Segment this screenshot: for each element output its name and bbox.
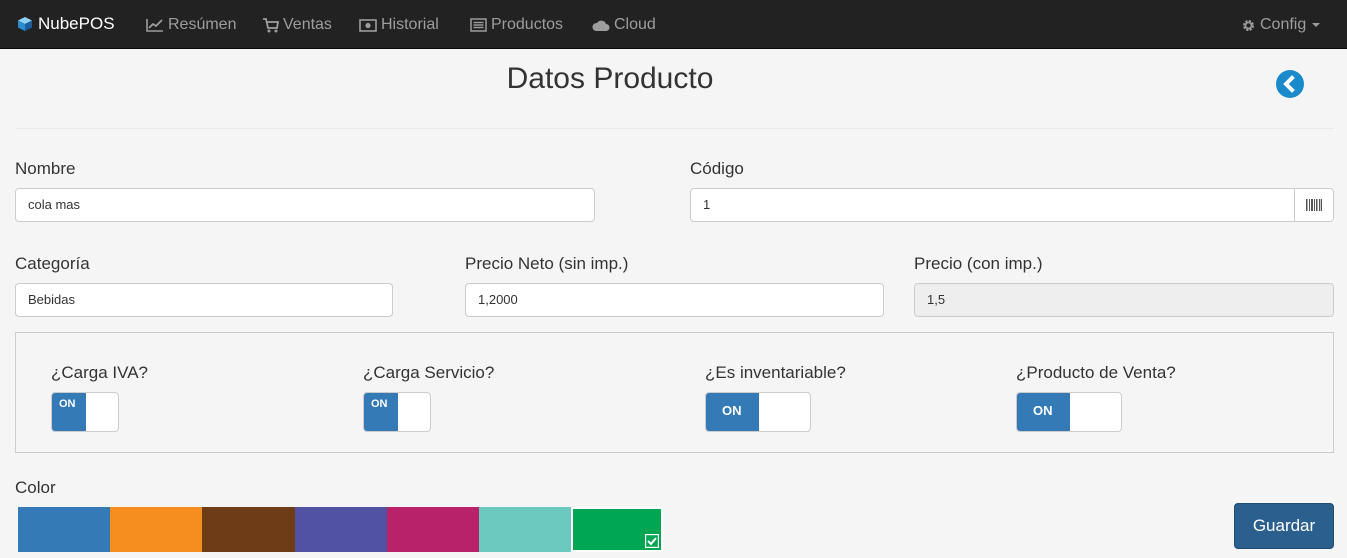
nav-label-historial: Historial [381,16,439,33]
precio-neto-input[interactable]: 1,2000 [465,283,884,317]
nav-item-ventas[interactable]: Ventas [262,14,332,36]
chevron-left-icon [1283,75,1295,93]
money-icon [359,18,377,32]
switch-on-label: ON [706,393,759,431]
precio-label: Precio (con imp.) [914,254,1043,273]
nav-item-cloud[interactable]: Cloud [591,14,656,36]
line-chart-icon [146,19,163,32]
carga-servicio-switch[interactable]: ON [363,392,431,432]
top-navbar: NubePOS Resúmen Ventas Historial Product… [0,0,1347,49]
config-label: Config [1260,16,1307,33]
nav-item-productos[interactable]: Productos [470,14,563,36]
precio-input: 1,5 [914,283,1334,317]
color-swatch-blue[interactable] [18,507,110,552]
brand-name: NubePOS [38,14,115,33]
inventariable-label: ¿Es inventariable? [705,363,846,382]
back-button[interactable] [1276,70,1304,98]
config-dropdown[interactable]: Config [1241,14,1326,36]
page-title: Datos Producto [506,62,714,95]
barcode-button[interactable] [1295,188,1334,222]
switch-on-label: ON [1017,393,1070,431]
shopping-cart-icon [263,17,279,32]
switch-panel [15,332,1334,453]
nav-item-historial[interactable]: Historial [359,14,439,36]
save-button[interactable]: Guardar [1234,503,1334,549]
color-swatch-orange[interactable] [110,507,202,552]
nav-item-resumen[interactable]: Resúmen [146,14,236,36]
barcode-icon [1306,199,1322,211]
precio-neto-label: Precio Neto (sin imp.) [465,254,629,273]
checkbox-checked-icon [645,534,659,548]
producto-venta-label: ¿Producto de Venta? [1016,363,1176,382]
cloud-icon [592,20,610,31]
list-alt-icon [470,18,487,32]
switch-on-label: ON [52,393,86,431]
nav-label-ventas: Ventas [283,16,332,33]
nombre-label: Nombre [15,159,76,178]
color-swatch-magenta[interactable] [387,507,479,552]
codigo-input[interactable]: 1 [690,188,1295,222]
switch-on-label: ON [364,393,398,431]
carga-iva-switch[interactable]: ON [51,392,119,432]
color-swatch-brown[interactable] [202,507,295,552]
gear-icon [1242,19,1255,31]
producto-venta-switch[interactable]: ON [1016,392,1122,432]
carga-servicio-label: ¿Carga Servicio? [363,363,495,382]
nav-label-cloud: Cloud [614,16,656,33]
brand-link[interactable]: NubePOS [17,13,115,35]
carga-iva-label: ¿Carga IVA? [51,363,149,382]
brand-cube-icon [17,16,33,32]
categoria-label: Categoría [15,254,90,273]
nombre-input[interactable]: cola mas [15,188,595,222]
inventariable-switch[interactable]: ON [705,392,811,432]
color-swatch-teal[interactable] [479,507,571,552]
color-swatch-purple[interactable] [295,507,387,552]
color-label: Color [15,478,56,497]
nav-label-resumen: Resúmen [168,16,237,33]
codigo-label: Código [690,159,744,178]
caret-down-icon [1312,23,1321,27]
nav-label-productos: Productos [491,16,564,33]
categoria-select[interactable]: Bebidas [15,283,393,317]
divider [15,128,1334,129]
color-swatch-green[interactable] [571,507,663,552]
